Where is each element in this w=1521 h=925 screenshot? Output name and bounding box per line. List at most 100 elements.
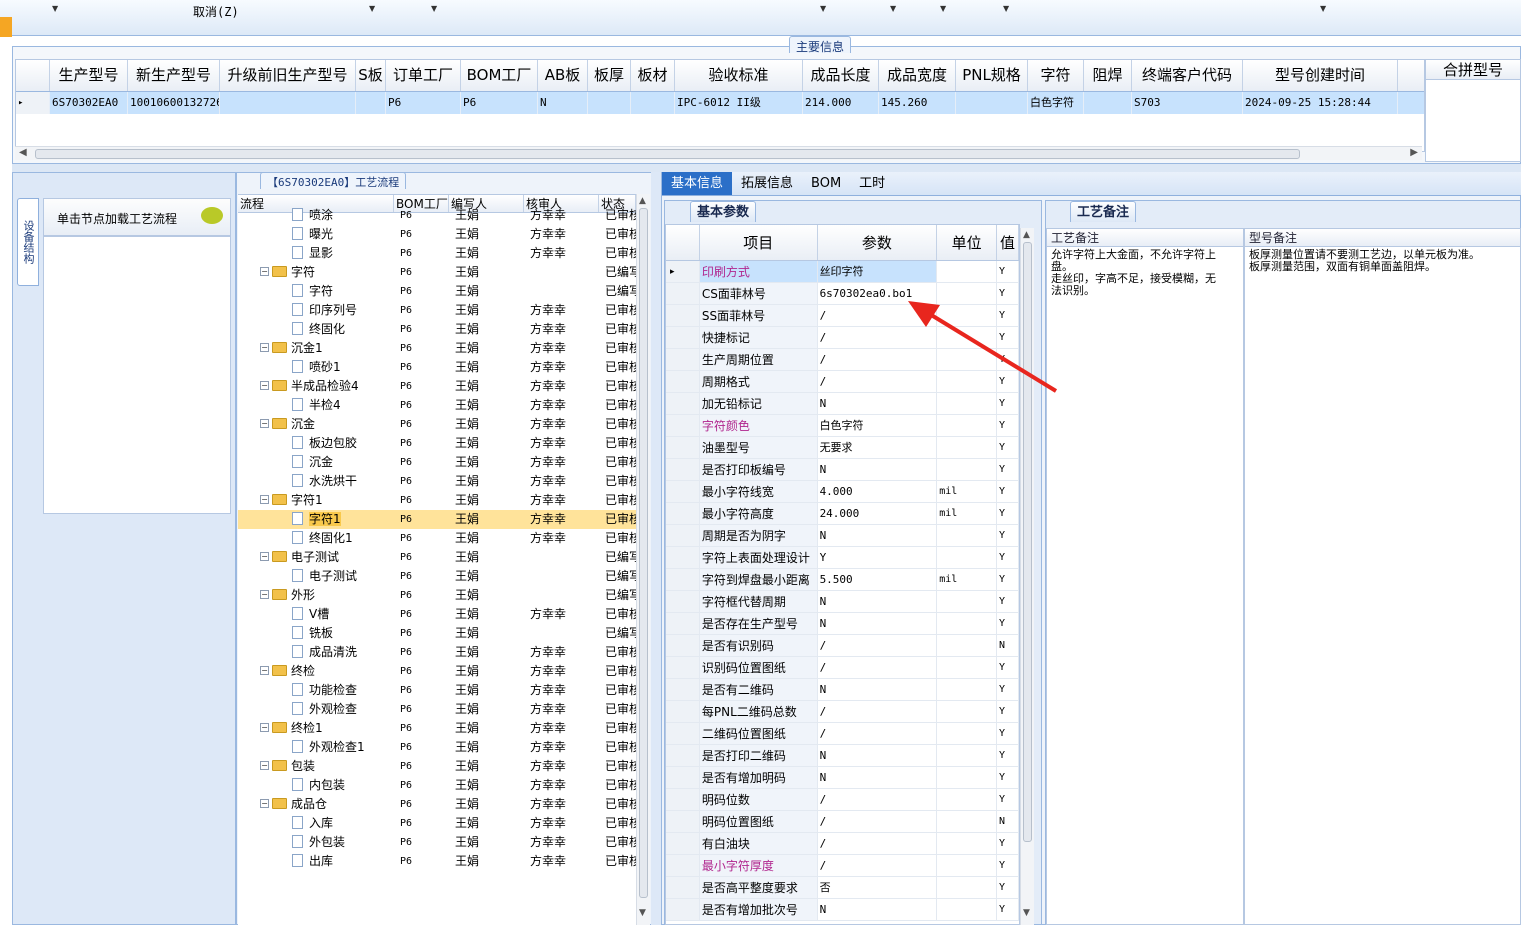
table-row[interactable]: 明码位数 / Y — [666, 789, 1019, 811]
tree-node[interactable]: 显影 — [238, 244, 394, 263]
table-row[interactable]: − 终检 P6 王娟 方幸幸 已审核 — [238, 662, 636, 681]
table-row[interactable]: − 半成品检验4 P6 王娟 方幸幸 已审核 — [238, 377, 636, 396]
param-value-cell[interactable]: 丝印字符 — [817, 261, 938, 282]
column-header[interactable]: 生产型号 — [50, 60, 128, 91]
tree-node[interactable]: 字符 — [238, 282, 394, 301]
scrollbar-thumb[interactable] — [35, 149, 1300, 159]
table-row[interactable]: 是否打印板编号 N Y — [666, 459, 1019, 481]
dropdown-arrow-icon[interactable]: ▼ — [52, 4, 58, 13]
tree-node[interactable]: − 电子测试 — [238, 548, 394, 567]
param-value-cell[interactable]: / — [818, 789, 938, 810]
scrollbar-thumb[interactable] — [639, 208, 648, 898]
column-header[interactable]: 终端客户代码 — [1132, 60, 1243, 91]
dropdown-arrow-icon[interactable]: ▼ — [820, 4, 826, 13]
table-row[interactable]: − 外形 P6 王娟 已编写 — [238, 586, 636, 605]
tree-node[interactable]: − 沉金1 — [238, 339, 394, 358]
tree-node[interactable]: 成品清洗 — [238, 643, 394, 662]
tree-node[interactable]: 印序列号 — [238, 301, 394, 320]
grid-cell[interactable]: S703 — [1132, 92, 1243, 114]
table-row[interactable]: 字符框代替周期 N Y — [666, 591, 1019, 613]
tree-node[interactable]: 出库 — [238, 852, 394, 871]
grid-cell[interactable]: P6 — [461, 92, 538, 114]
horizontal-splitter[interactable] — [12, 164, 1521, 172]
cancel-button[interactable]: 取消(Z) — [193, 3, 239, 20]
param-value-cell[interactable]: N — [818, 613, 938, 634]
tree-node[interactable]: 外观检查1 — [238, 738, 394, 757]
tree-node[interactable]: − 外形 — [238, 586, 394, 605]
table-row[interactable]: − 字符1 P6 王娟 方幸幸 已审核 — [238, 491, 636, 510]
table-row[interactable]: 曝光 P6 王娟 方幸幸 已审核 — [238, 225, 636, 244]
param-value-cell[interactable]: N — [818, 767, 938, 788]
table-row[interactable]: 字符颜色 白色字符 Y — [666, 415, 1019, 437]
param-value-cell[interactable]: 5.500 — [818, 569, 938, 590]
table-row[interactable]: 是否高平整度要求否 Y — [666, 877, 1019, 899]
grid-cell[interactable] — [588, 92, 631, 114]
collapse-icon[interactable]: − — [260, 419, 269, 428]
main-info-row[interactable]: ▸ 6S70302EA0 10010600132726 P6 P6 N IPC-6012 I… — [16, 92, 1424, 114]
grid-cell[interactable] — [356, 92, 386, 114]
table-row[interactable]: 周期是否为阴字 N Y — [666, 525, 1019, 547]
collapse-icon[interactable]: − — [260, 267, 269, 276]
tree-node[interactable]: 半检4 — [238, 396, 394, 415]
tree-node[interactable]: 入库 — [238, 814, 394, 833]
table-row[interactable]: 字符 P6 王娟 已编写 — [238, 282, 636, 301]
table-row[interactable]: 字符到焊盘最小距离 5.500 mil Y — [666, 569, 1019, 591]
param-value-cell[interactable]: N — [818, 459, 938, 480]
table-row[interactable]: 油墨型号 无要求 Y — [666, 437, 1019, 459]
tree-node[interactable]: − 字符 — [238, 263, 394, 282]
grid-cell[interactable]: 10010600132726 — [128, 92, 220, 114]
vertical-splitter[interactable] — [651, 172, 661, 925]
table-row[interactable]: 铣板 P6 王娟 已编写 — [238, 624, 636, 643]
table-row[interactable]: 是否有二维码 N Y — [666, 679, 1019, 701]
table-row[interactable]: 成品清洗 P6 王娟 方幸幸 已审核 — [238, 643, 636, 662]
tab-0[interactable]: 基本信息 — [662, 172, 733, 195]
tab-2[interactable]: BOM — [802, 172, 850, 195]
collapse-icon[interactable]: − — [260, 381, 269, 390]
table-row[interactable]: 每PNL二维码总数 / Y — [666, 701, 1019, 723]
param-value-cell[interactable]: N — [818, 591, 938, 612]
grid-cell[interactable]: 145.260 — [879, 92, 956, 114]
tab-1[interactable]: 拓展信息 — [732, 172, 802, 195]
dropdown-arrow-icon[interactable]: ▼ — [369, 4, 375, 13]
table-row[interactable]: 终固化1 P6 王娟 方幸幸 已审核 — [238, 529, 636, 548]
param-value-cell[interactable]: / — [818, 833, 938, 854]
param-value-cell[interactable]: N — [818, 679, 938, 700]
tree-node[interactable]: 沉金 — [238, 453, 394, 472]
param-value-cell[interactable]: / — [818, 701, 938, 722]
grid-cell[interactable] — [220, 92, 356, 114]
tree-node[interactable]: 终固化 — [238, 320, 394, 339]
column-header[interactable]: 型号创建时间 — [1243, 60, 1398, 91]
table-row[interactable]: 是否有增加明码 N Y — [666, 767, 1019, 789]
grid-cell[interactable]: 6S70302EA0 — [50, 92, 128, 114]
table-row[interactable]: 入库 P6 王娟 方幸幸 已审核 — [238, 814, 636, 833]
column-header[interactable]: 升级前旧生产型号 — [220, 60, 356, 91]
table-row[interactable]: − 沉金 P6 王娟 方幸幸 已审核 — [238, 415, 636, 434]
tree-node[interactable]: 终固化1 — [238, 529, 394, 548]
param-value-cell[interactable]: Y — [818, 547, 938, 568]
column-header[interactable]: 验收标准 — [675, 60, 803, 91]
table-row[interactable]: 喷涂 P6 王娟 方幸幸 已审核 — [238, 206, 636, 225]
grid-cell[interactable]: 214.000 — [803, 92, 879, 114]
table-row[interactable]: − 成品仓 P6 王娟 方幸幸 已审核 — [238, 795, 636, 814]
scroll-down-icon[interactable]: ▼ — [1023, 908, 1030, 918]
column-header[interactable]: 成品长度 — [803, 60, 879, 91]
param-value-cell[interactable]: 白色字符 — [818, 415, 938, 436]
dropdown-arrow-icon[interactable]: ▼ — [940, 4, 946, 13]
tree-node[interactable]: V槽 — [238, 605, 394, 624]
table-row[interactable]: 字符上表面处理设计 Y Y — [666, 547, 1019, 569]
table-row[interactable]: ▸ 印刷方式 丝印字符 Y — [666, 261, 1019, 283]
dropdown-arrow-icon[interactable]: ▼ — [431, 4, 437, 13]
param-value-cell[interactable]: / — [818, 657, 938, 678]
table-row[interactable]: 是否有增加批次号 N Y — [666, 899, 1019, 921]
table-row[interactable]: 沉金 P6 王娟 方幸幸 已审核 — [238, 453, 636, 472]
tree-node[interactable]: 曝光 — [238, 225, 394, 244]
table-row[interactable]: − 字符 P6 王娟 已编写 — [238, 263, 636, 282]
basic-params-tab[interactable]: 基本参数 — [690, 201, 757, 222]
tree-node[interactable]: − 字符1 — [238, 491, 394, 510]
scroll-up-icon[interactable]: ▲ — [1023, 230, 1030, 240]
param-value-cell[interactable]: / — [818, 855, 938, 876]
tab-3[interactable]: 工时 — [850, 172, 894, 195]
table-row[interactable]: 内包装 P6 王娟 方幸幸 已审核 — [238, 776, 636, 795]
grid-cell[interactable] — [1084, 92, 1132, 114]
column-header[interactable]: 阻焊 — [1084, 60, 1132, 91]
